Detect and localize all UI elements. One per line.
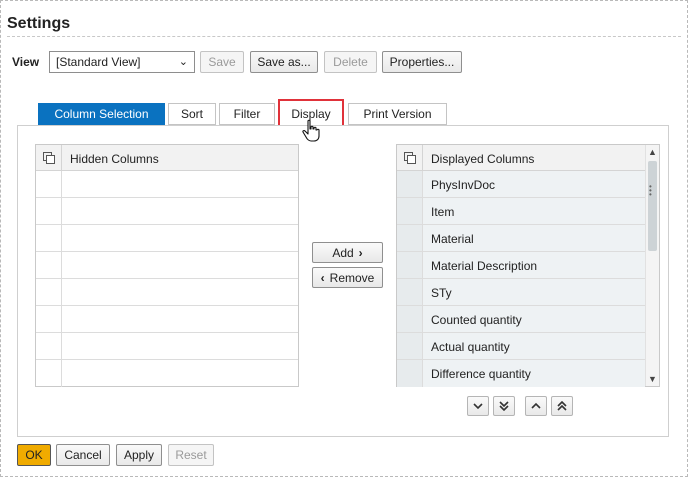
table-row[interactable] [36,333,298,360]
hand-cursor-icon [302,119,320,146]
select-all-icon[interactable] [397,145,423,171]
table-row[interactable]: STy [397,279,645,306]
chevron-down-icon [473,403,483,410]
displayed-columns-header: Displayed Columns [431,152,535,166]
save-as-button[interactable]: Save as... [250,51,318,73]
cancel-button[interactable]: Cancel [56,444,110,466]
select-all-icon[interactable] [36,145,62,171]
reset-button[interactable]: Reset [168,444,214,466]
table-row[interactable]: PhysInvDoc [397,171,645,198]
properties-button[interactable]: Properties... [382,51,462,73]
hidden-columns-header: Hidden Columns [70,152,159,166]
chevron-left-icon: ‹ [320,270,325,285]
dialog-title: Settings [7,15,71,32]
table-row[interactable] [36,252,298,279]
hidden-columns-header-row: Hidden Columns [36,145,298,171]
chevron-down-icon: ⌄ [178,56,188,68]
tab-sort[interactable]: Sort [168,103,216,125]
settings-dialog: Settings View [Standard View] ⌄ Save Sav… [0,0,688,477]
move-to-top-button[interactable] [551,396,573,416]
add-button[interactable]: Add › [312,242,383,263]
tab-filter[interactable]: Filter [219,103,275,125]
table-row[interactable] [36,306,298,333]
hidden-columns-table: Hidden Columns [35,144,299,387]
delete-button[interactable]: Delete [324,51,377,73]
double-chevron-down-icon [499,401,509,411]
column-name: Actual quantity [431,340,510,354]
add-button-label: Add [332,245,354,260]
view-select[interactable]: [Standard View] ⌄ [49,51,195,73]
remove-button[interactable]: ‹ Remove [312,267,383,288]
displayed-columns-table: Displayed Columns PhysInvDoc Item Materi… [396,144,660,387]
column-name: Material Description [431,259,538,273]
column-name: Difference quantity [431,367,531,381]
table-row[interactable]: Material [397,225,645,252]
move-down-button[interactable] [467,396,489,416]
table-row[interactable] [36,198,298,225]
scroll-up-icon[interactable]: ▲ [648,147,657,157]
column-name: Counted quantity [431,313,522,327]
save-button[interactable]: Save [200,51,244,73]
double-chevron-up-icon [557,401,567,411]
scrollbar-thumb[interactable] [648,161,657,251]
view-select-value: [Standard View] [56,55,141,69]
table-row[interactable]: Item [397,198,645,225]
title-divider [7,36,681,37]
table-row[interactable] [36,279,298,306]
move-up-button[interactable] [525,396,547,416]
chevron-right-icon: › [358,245,363,260]
table-row[interactable] [36,225,298,252]
ok-button[interactable]: OK [17,444,51,466]
move-to-bottom-button[interactable] [493,396,515,416]
view-label: View [12,55,40,69]
column-name: STy [431,286,452,300]
column-name: Item [431,205,455,219]
grip-icon: • • • [649,182,652,199]
tab-column-selection[interactable]: Column Selection [38,103,165,125]
table-row[interactable] [36,171,298,198]
displayed-columns-header-row: Displayed Columns [397,145,645,171]
chevron-up-icon [531,402,541,409]
scroll-down-icon[interactable]: ▼ [648,374,657,384]
remove-button-label: Remove [329,270,375,285]
table-row[interactable] [36,360,298,387]
column-name: PhysInvDoc [431,178,496,192]
column-name: Material [431,232,474,246]
table-row[interactable]: Counted quantity [397,306,645,333]
table-row[interactable]: Material Description [397,252,645,279]
table-row[interactable]: Difference quantity [397,360,645,387]
table-row[interactable]: Actual quantity [397,333,645,360]
tab-print-version[interactable]: Print Version [348,103,447,125]
vertical-scrollbar[interactable]: ▲ • • • ▼ [645,145,659,386]
apply-button[interactable]: Apply [116,444,162,466]
